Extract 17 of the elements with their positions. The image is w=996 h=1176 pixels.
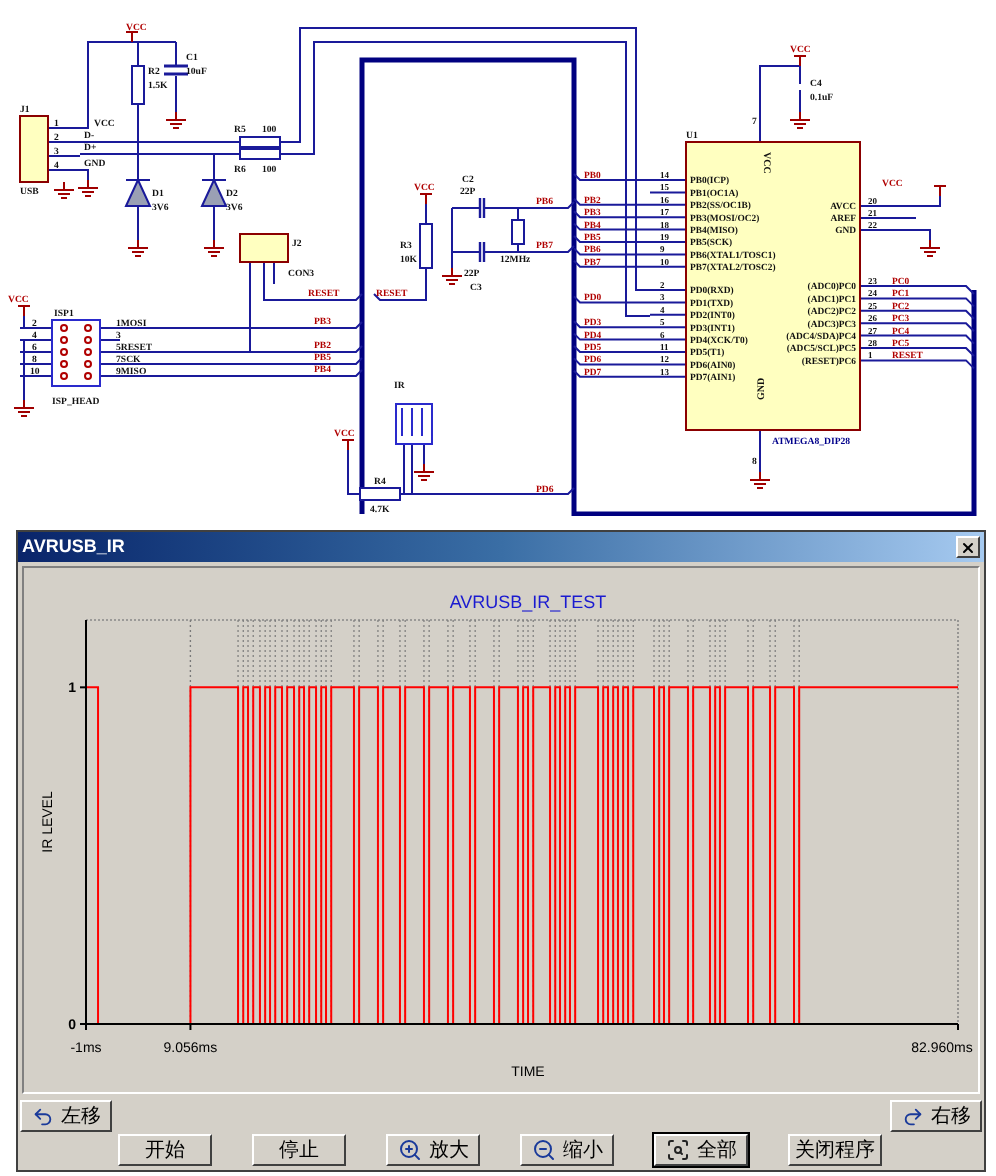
toolbar-button[interactable]: 全部 xyxy=(654,1134,748,1166)
toolbar-button[interactable]: 关闭程序 xyxy=(788,1134,882,1166)
undo-arrow-icon xyxy=(31,1105,53,1127)
toolbar-button[interactable]: 停止 xyxy=(252,1134,346,1166)
zoom-out-icon xyxy=(531,1138,555,1162)
chart-title: AVRUSB_IR_TEST xyxy=(449,592,607,612)
redo-arrow-icon xyxy=(901,1105,923,1127)
window-title: AVRUSB_IR xyxy=(22,533,125,560)
zoom-fit-icon xyxy=(665,1138,689,1162)
close-button[interactable] xyxy=(956,536,980,558)
close-icon xyxy=(960,539,976,555)
toolbar-button[interactable]: 开始 xyxy=(118,1134,212,1166)
zoom-in-icon xyxy=(397,1138,421,1162)
toolbar-button[interactable]: 缩小 xyxy=(520,1134,614,1166)
pan-button[interactable]: 右移 xyxy=(890,1100,982,1132)
toolbar-button[interactable]: 放大 xyxy=(386,1134,480,1166)
pan-button[interactable]: 左移 xyxy=(20,1100,112,1132)
